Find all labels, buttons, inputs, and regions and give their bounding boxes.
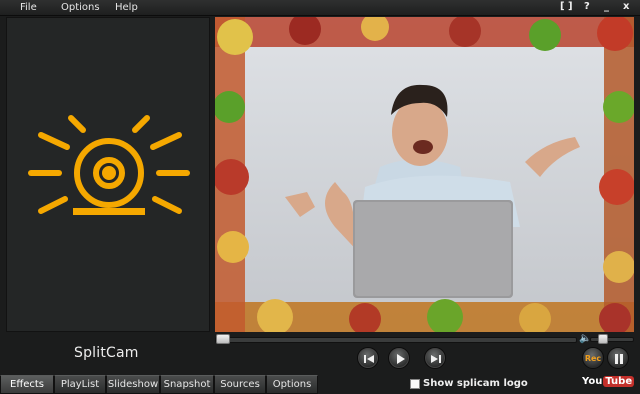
volume-slider[interactable] bbox=[590, 337, 634, 342]
menu-bar: File Options Help [ ] ? _ x bbox=[0, 0, 640, 16]
play-button[interactable] bbox=[388, 347, 410, 369]
show-logo-checkbox[interactable] bbox=[410, 379, 420, 389]
previous-icon bbox=[364, 355, 374, 363]
pause-icon bbox=[615, 354, 623, 364]
menu-options[interactable]: Options bbox=[61, 2, 100, 13]
volume-thumb[interactable] bbox=[598, 334, 608, 344]
show-logo-label[interactable]: Show splicam logo bbox=[423, 378, 528, 389]
record-button[interactable]: Rec bbox=[582, 347, 604, 369]
tab-effects[interactable]: Effects bbox=[0, 375, 54, 394]
help-button[interactable]: ? bbox=[584, 1, 590, 12]
tab-bar: Effects PlayList Slideshow Snapshot Sour… bbox=[0, 375, 320, 394]
video-preview[interactable] bbox=[215, 17, 634, 332]
video-frame bbox=[215, 17, 634, 332]
fullscreen-button[interactable]: [ ] bbox=[560, 1, 573, 12]
app-brand: SplitCam bbox=[74, 345, 139, 361]
next-button[interactable] bbox=[424, 347, 446, 369]
pause-button[interactable] bbox=[607, 347, 629, 369]
seek-bar[interactable] bbox=[215, 337, 577, 343]
minimize-button[interactable]: _ bbox=[604, 1, 609, 12]
youtube-tube: Tube bbox=[603, 376, 635, 387]
webcam-logo-icon bbox=[28, 115, 190, 215]
menu-help[interactable]: Help bbox=[115, 2, 138, 13]
next-icon bbox=[431, 355, 441, 363]
youtube-you: You bbox=[582, 376, 603, 387]
tab-options[interactable]: Options bbox=[266, 375, 318, 394]
previous-button[interactable] bbox=[357, 347, 379, 369]
play-icon bbox=[397, 354, 405, 364]
tab-sources[interactable]: Sources bbox=[214, 375, 266, 394]
seek-thumb[interactable] bbox=[216, 334, 230, 344]
menu-file[interactable]: File bbox=[20, 2, 37, 13]
logo-panel bbox=[6, 17, 210, 332]
tab-snapshot[interactable]: Snapshot bbox=[160, 375, 214, 394]
tab-playlist[interactable]: PlayList bbox=[54, 375, 106, 394]
tab-slideshow[interactable]: Slideshow bbox=[106, 375, 160, 394]
youtube-button[interactable]: You Tube bbox=[582, 376, 635, 387]
close-button[interactable]: x bbox=[623, 1, 629, 12]
